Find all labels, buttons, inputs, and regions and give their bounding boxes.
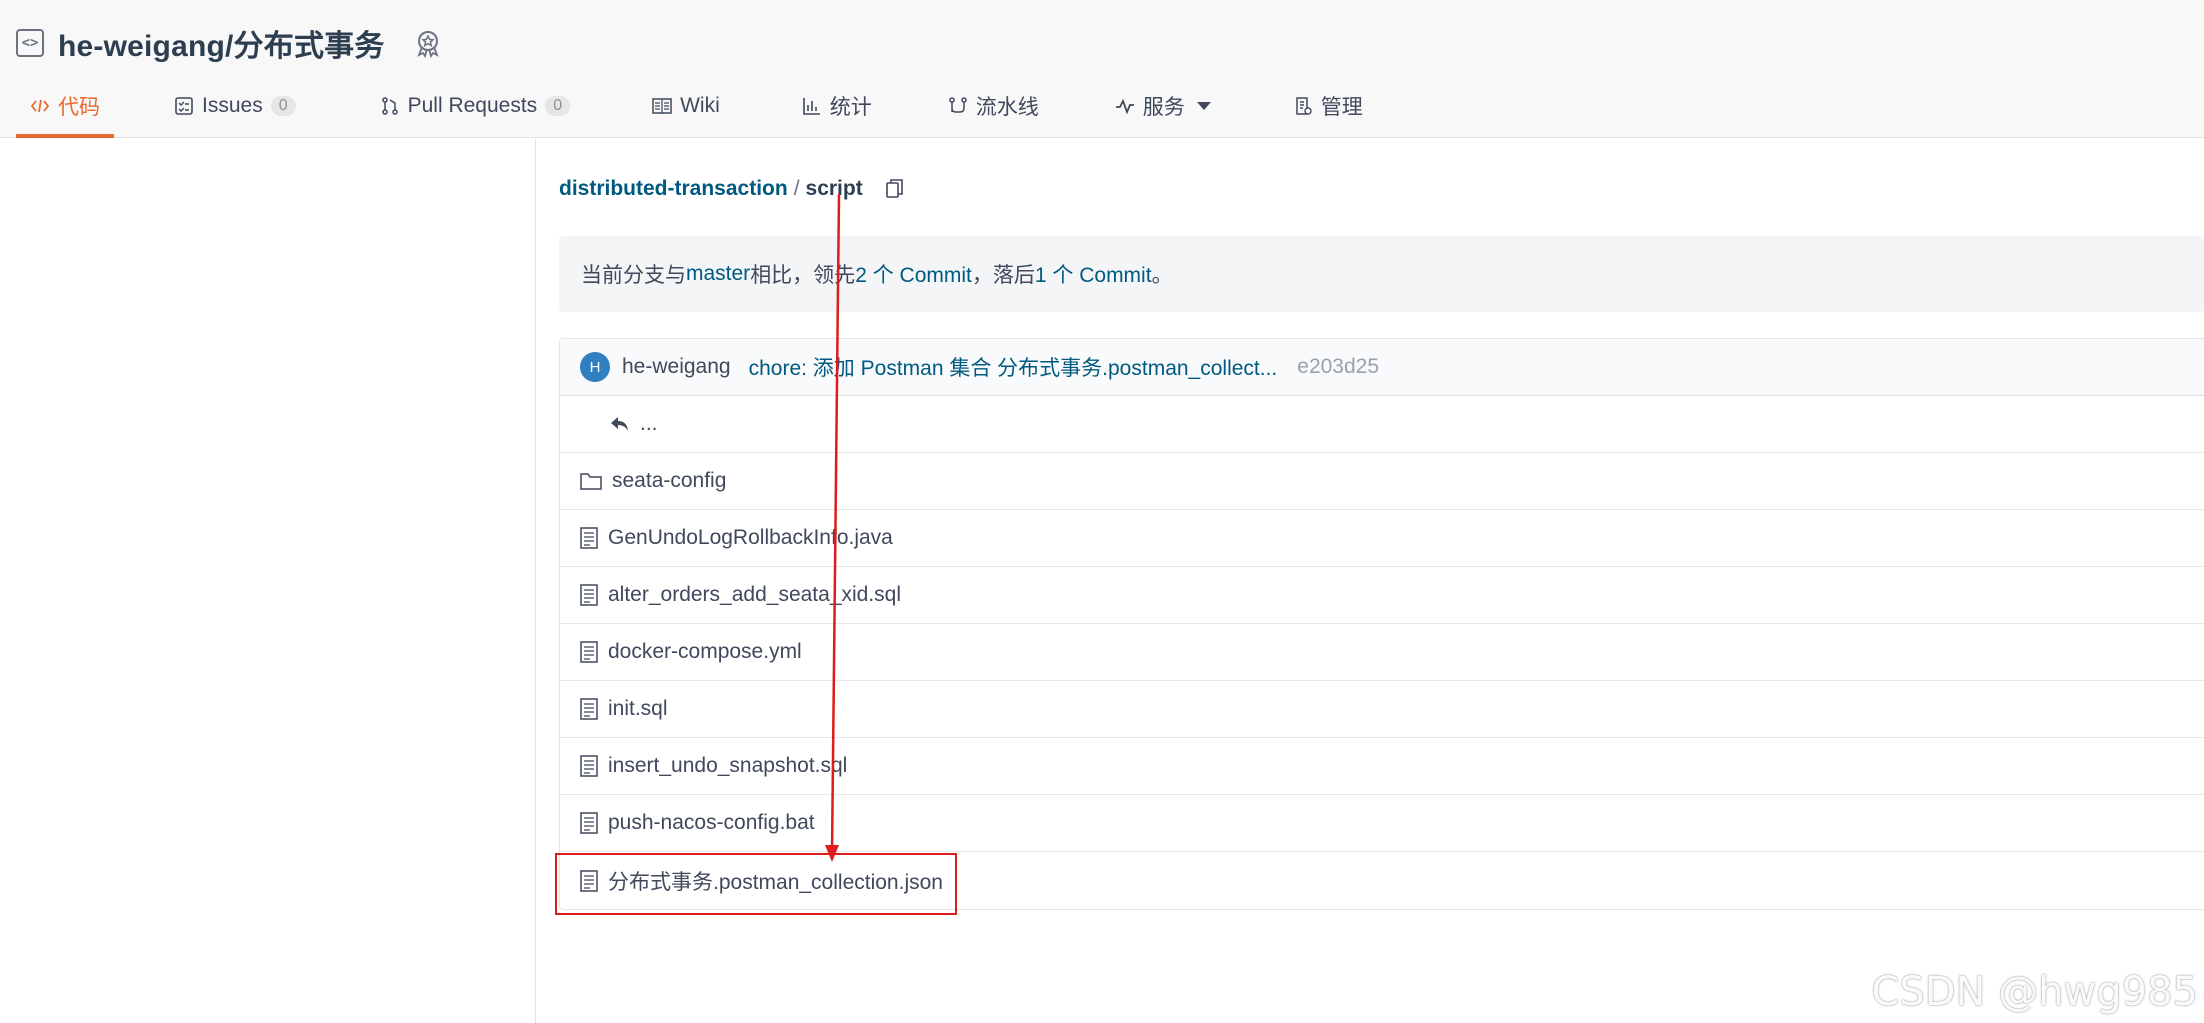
tab-wiki[interactable]: Wiki [638,86,734,126]
file-row[interactable]: alter_orders_add_seata_xid.sql [560,567,2204,624]
folder-icon [580,473,602,490]
compare-branch-link[interactable]: master [686,262,750,286]
breadcrumb-separator: / [793,177,800,200]
parent-directory-row[interactable]: ... [560,396,2204,453]
file-icon [580,755,598,777]
file-icon [580,527,598,549]
watermark: CSDN @hwg985 [1871,969,2198,1015]
file-icon [580,812,598,834]
file-row[interactable]: seata-config [560,453,2204,510]
behind-commits-link[interactable]: 1 个 Commit [1035,259,1152,289]
wiki-icon [652,96,672,116]
tab-manage[interactable]: 管理 [1279,86,1377,126]
repo-tabs: 代码 Issues 0 Pull Requests 0 Wiki 统计 流水线 … [16,86,1377,138]
file-row[interactable]: insert_undo_snapshot.sql [560,738,2204,795]
manage-icon [1293,96,1313,116]
file-row[interactable]: docker-compose.yml [560,624,2204,681]
tab-stats[interactable]: 统计 [788,86,886,126]
pipeline-icon [948,96,968,116]
file-row[interactable]: push-nacos-config.bat [560,795,2204,852]
issues-icon [174,96,194,116]
compare-suffix: 。 [1151,264,1173,287]
file-name[interactable]: seata-config [612,469,726,493]
file-row[interactable]: GenUndoLogRollbackInfo.java [560,510,2204,567]
commit-sha[interactable]: e203d25 [1297,355,1379,379]
tab-label: 管理 [1320,96,1363,119]
compare-prefix: 当前分支与 [581,264,686,287]
tab-label: 代码 [58,96,100,119]
annotation-highlight-box [555,853,957,915]
file-row[interactable]: init.sql [560,681,2204,738]
file-name[interactable]: init.sql [608,697,668,721]
latest-commit-row: H he-weigang chore: 添加 Postman 集合 分布式事务.… [560,339,2204,396]
commit-author[interactable]: he-weigang [622,355,731,379]
tab-issues[interactable]: Issues 0 [160,86,310,126]
tab-label: 统计 [829,96,872,119]
commit-message-link[interactable]: chore: 添加 Postman 集合 分布式事务.postman_colle… [749,352,1278,382]
issues-count-badge: 0 [270,96,296,116]
copy-icon[interactable] [885,178,905,200]
code-icon [30,96,50,116]
avatar[interactable]: H [580,352,610,382]
award-badge-icon[interactable] [413,28,443,58]
chevron-down-icon [1196,102,1211,110]
compare-mid2: ，落后 [971,264,1035,287]
tab-service[interactable]: 服务 [1101,86,1225,126]
branch-compare-bar: 当前分支与 master 相比，领先 2 个 Commit ，落后 1 个 Co… [559,236,2204,312]
file-icon [580,641,598,663]
service-icon [1115,96,1135,116]
repo-title-bar: <> he-weigang/分布式事务 [16,22,443,64]
pull-requests-count-badge: 0 [545,96,571,116]
file-table: H he-weigang chore: 添加 Postman 集合 分布式事务.… [559,338,2204,910]
file-name[interactable]: push-nacos-config.bat [608,811,815,835]
breadcrumb-current: script [805,177,863,200]
file-icon [580,584,598,606]
repo-header: <> he-weigang/分布式事务 代码 Issues 0 Pull Req… [0,0,2204,138]
ahead-commits-link[interactable]: 2 个 Commit [855,259,972,289]
tab-label: Issues [202,94,263,117]
tab-label: Wiki [680,94,720,117]
file-icon [580,698,598,720]
file-name[interactable]: alter_orders_add_seata_xid.sql [608,583,901,607]
reply-arrow-icon [611,417,628,431]
breadcrumb-root-link[interactable]: distributed-transaction [559,177,788,201]
file-name[interactable]: docker-compose.yml [608,640,802,664]
tab-pull-requests[interactable]: Pull Requests 0 [366,86,584,126]
pull-request-icon [380,96,400,116]
tab-pipeline[interactable]: 流水线 [934,86,1053,126]
tab-label: Pull Requests [407,94,538,117]
tab-code[interactable]: 代码 [16,86,114,138]
tab-label: 流水线 [975,96,1039,119]
file-name[interactable]: GenUndoLogRollbackInfo.java [608,526,893,550]
compare-mid1: 相比，领先 [750,264,856,287]
left-sidebar [0,139,536,1023]
file-name[interactable]: insert_undo_snapshot.sql [608,754,847,778]
repo-code-icon: <> [16,29,44,57]
stats-icon [802,96,822,116]
tab-label: 服务 [1142,96,1185,119]
repo-name[interactable]: he-weigang/分布式事务 [58,21,385,65]
parent-directory-label: ... [640,412,658,435]
breadcrumb: distributed-transaction / script [559,172,905,206]
